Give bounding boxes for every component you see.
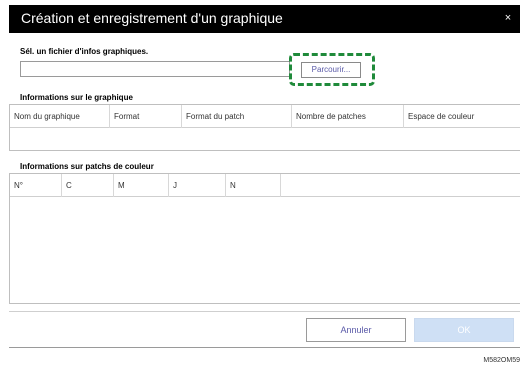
col-black[interactable]: N: [226, 174, 281, 197]
col-number[interactable]: N°: [10, 174, 62, 197]
chart-info-header: Nom du graphique Format Format du patch …: [10, 105, 520, 128]
browse-button[interactable]: Parcourir...: [301, 62, 361, 78]
patch-info-label: Informations sur patchs de couleur: [20, 162, 154, 171]
close-icon[interactable]: ×: [502, 12, 514, 24]
patch-info-header: N° C M J N: [10, 174, 520, 197]
col-format[interactable]: Format: [110, 105, 182, 128]
chart-info-table: Nom du graphique Format Format du patch …: [9, 104, 520, 151]
ok-button[interactable]: OK: [414, 318, 514, 342]
col-magenta[interactable]: M: [114, 174, 169, 197]
col-yellow[interactable]: J: [169, 174, 226, 197]
col-patch-count[interactable]: Nombre de patches: [292, 105, 404, 128]
patch-info-table: N° C M J N: [9, 173, 520, 304]
file-path-input[interactable]: [20, 61, 290, 77]
col-patch-format[interactable]: Format du patch: [182, 105, 292, 128]
chart-creation-dialog: Création et enregistrement d'un graphiqu…: [9, 5, 520, 349]
bottom-divider: [9, 347, 520, 348]
col-cyan[interactable]: C: [62, 174, 114, 197]
file-select-label: Sél. un fichier d'infos graphiques.: [20, 47, 149, 56]
chart-info-label: Informations sur le graphique: [20, 93, 133, 102]
title-bar: Création et enregistrement d'un graphiqu…: [9, 5, 520, 33]
dialog-title: Création et enregistrement d'un graphiqu…: [21, 10, 283, 26]
col-chart-name[interactable]: Nom du graphique: [10, 105, 110, 128]
footer-divider: [9, 311, 520, 312]
cancel-button[interactable]: Annuler: [306, 318, 406, 342]
col-color-space[interactable]: Espace de couleur: [404, 105, 520, 128]
figure-code: M582OM59: [483, 357, 520, 364]
